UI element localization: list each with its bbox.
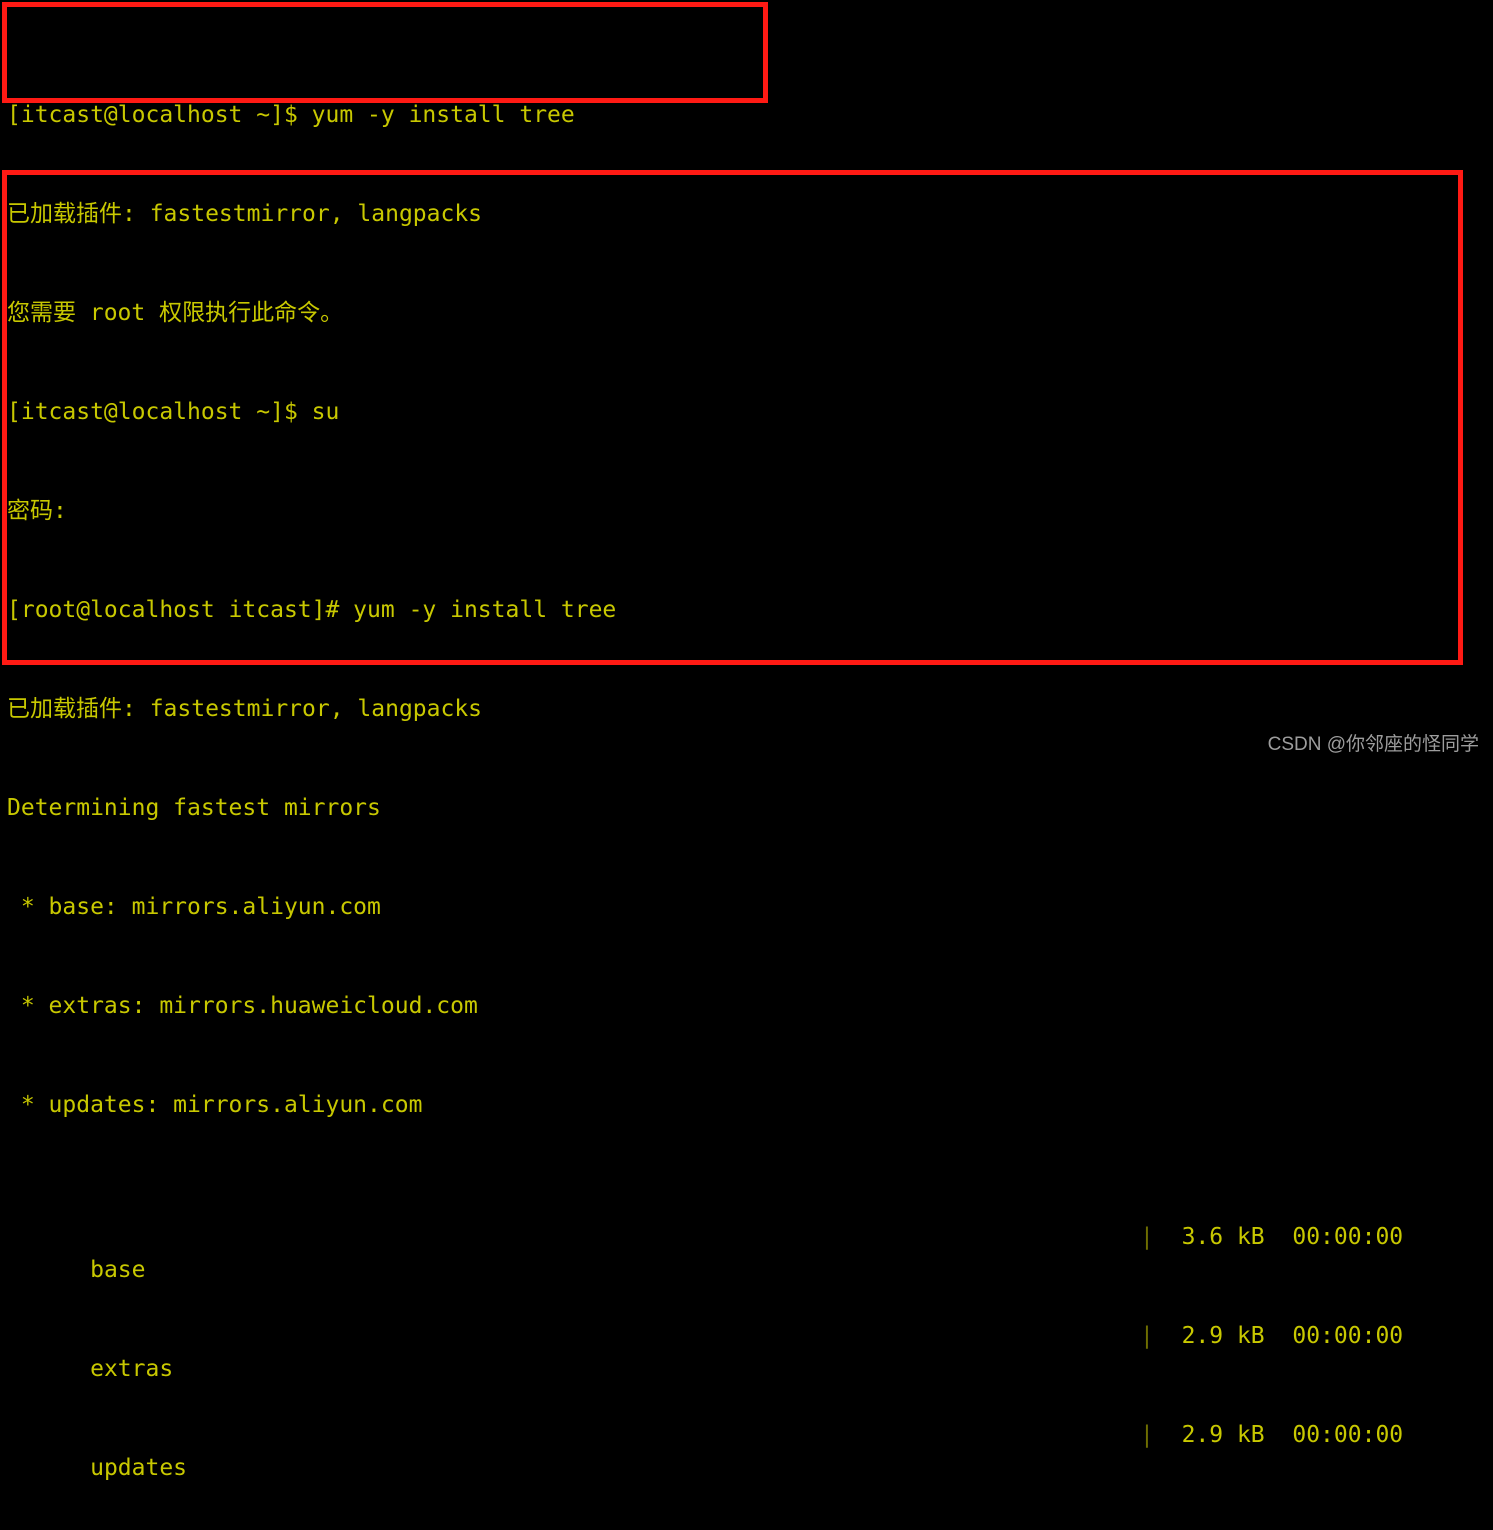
terminal-line-password-prompt: 密码:	[7, 498, 67, 524]
terminal-line-prompt-user-yum: [itcast@localhost ~]$ yum -y install tre…	[7, 102, 575, 128]
terminal-window: [itcast@localhost ~]$ yum -y install tre…	[0, 0, 1493, 1481]
terminal-output: [itcast@localhost ~]$ yum -y install tre…	[0, 0, 1493, 1481]
repo-time: 00:00:00	[1292, 1224, 1404, 1250]
terminal-line-prompt-su: [itcast@localhost ~]$ su	[7, 399, 340, 425]
pipe-separator-icon: |	[1140, 1323, 1154, 1349]
repo-time: 00:00:00	[1292, 1422, 1404, 1448]
repo-name: base	[90, 1257, 146, 1283]
terminal-line-plugins-loaded-1: 已加载插件: fastestmirror, langpacks	[7, 201, 483, 227]
repo-size: 2.9 kB	[1181, 1323, 1265, 1349]
repo-meta: | 2.9 kB 00:00:00	[1140, 1419, 1403, 1452]
repo-meta: | 3.6 kB 00:00:00	[1140, 1221, 1403, 1254]
repo-row-updates: updates | 2.9 kB 00:00:00	[0, 1419, 1493, 1481]
repo-size: 3.6 kB	[1181, 1224, 1265, 1250]
terminal-line-determining-mirrors: Determining fastest mirrors	[7, 795, 381, 821]
repo-meta: | 2.9 kB 00:00:00	[1140, 1320, 1403, 1353]
terminal-line-mirror-extras: * extras: mirrors.huaweicloud.com	[7, 993, 478, 1019]
repo-row-extras: extras | 2.9 kB 00:00:00	[0, 1320, 1493, 1382]
terminal-line-plugins-loaded-2: 已加载插件: fastestmirror, langpacks	[7, 696, 483, 722]
pipe-separator-icon: |	[1140, 1224, 1154, 1250]
pipe-separator-icon: |	[1140, 1422, 1154, 1448]
terminal-line-prompt-root-yum: [root@localhost itcast]# yum -y install …	[7, 597, 617, 623]
terminal-line-mirror-updates: * updates: mirrors.aliyun.com	[7, 1092, 423, 1118]
repo-row-base: base | 3.6 kB 00:00:00	[0, 1221, 1493, 1283]
repo-size: 2.9 kB	[1181, 1422, 1265, 1448]
repo-name: updates	[90, 1455, 188, 1481]
terminal-line-mirror-base: * base: mirrors.aliyun.com	[7, 894, 381, 920]
terminal-line-root-required: 您需要 root 权限执行此命令。	[7, 300, 344, 326]
repo-name: extras	[90, 1356, 174, 1382]
repo-time: 00:00:00	[1292, 1323, 1404, 1349]
csdn-watermark: CSDN @你邻座的怪同学	[1267, 734, 1479, 755]
